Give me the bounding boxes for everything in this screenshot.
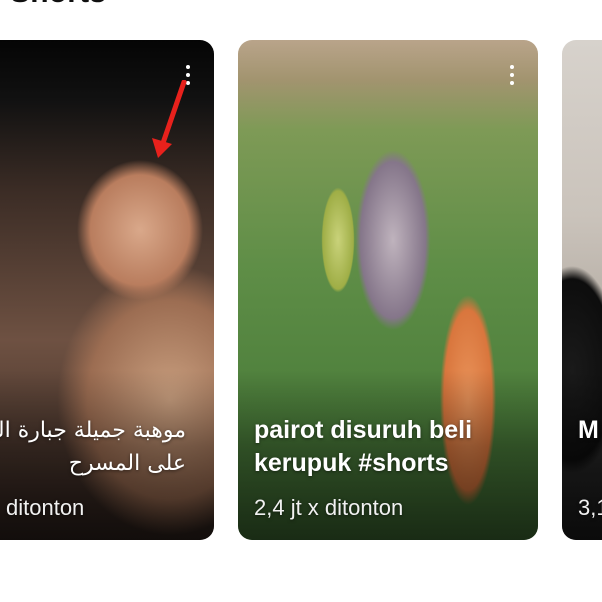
short-title[interactable]: pairot disuruh beli kerupuk #shorts: [254, 414, 518, 480]
short-card[interactable]: M #s 3,1: [562, 40, 602, 540]
more-vert-icon[interactable]: [500, 60, 524, 90]
short-card[interactable]: pairot disuruh beli kerupuk #shorts 2,4 …: [238, 40, 538, 540]
short-view-count: 2,4 jt x ditonton: [254, 495, 404, 520]
menu-dot: [510, 81, 514, 85]
menu-dot: [510, 73, 514, 77]
short-title[interactable]: M #s: [578, 414, 602, 447]
shorts-page: Shorts موهبة جميلة جبارة الجميع على المس…: [0, 0, 602, 602]
menu-dot: [186, 81, 190, 85]
shorts-shelf[interactable]: موهبة جميلة جبارة الجميع على المسرح dito…: [0, 40, 602, 540]
menu-dot: [510, 65, 514, 69]
more-vert-icon[interactable]: [176, 60, 200, 90]
short-view-count: 3,1: [578, 495, 602, 520]
short-title[interactable]: موهبة جميلة جبارة الجميع على المسرح: [0, 414, 186, 480]
short-card[interactable]: موهبة جميلة جبارة الجميع على المسرح dito…: [0, 40, 214, 540]
menu-dot: [186, 73, 190, 77]
short-view-count: ditonton: [6, 495, 85, 520]
section-title: Shorts: [10, 0, 106, 10]
menu-dot: [186, 65, 190, 69]
